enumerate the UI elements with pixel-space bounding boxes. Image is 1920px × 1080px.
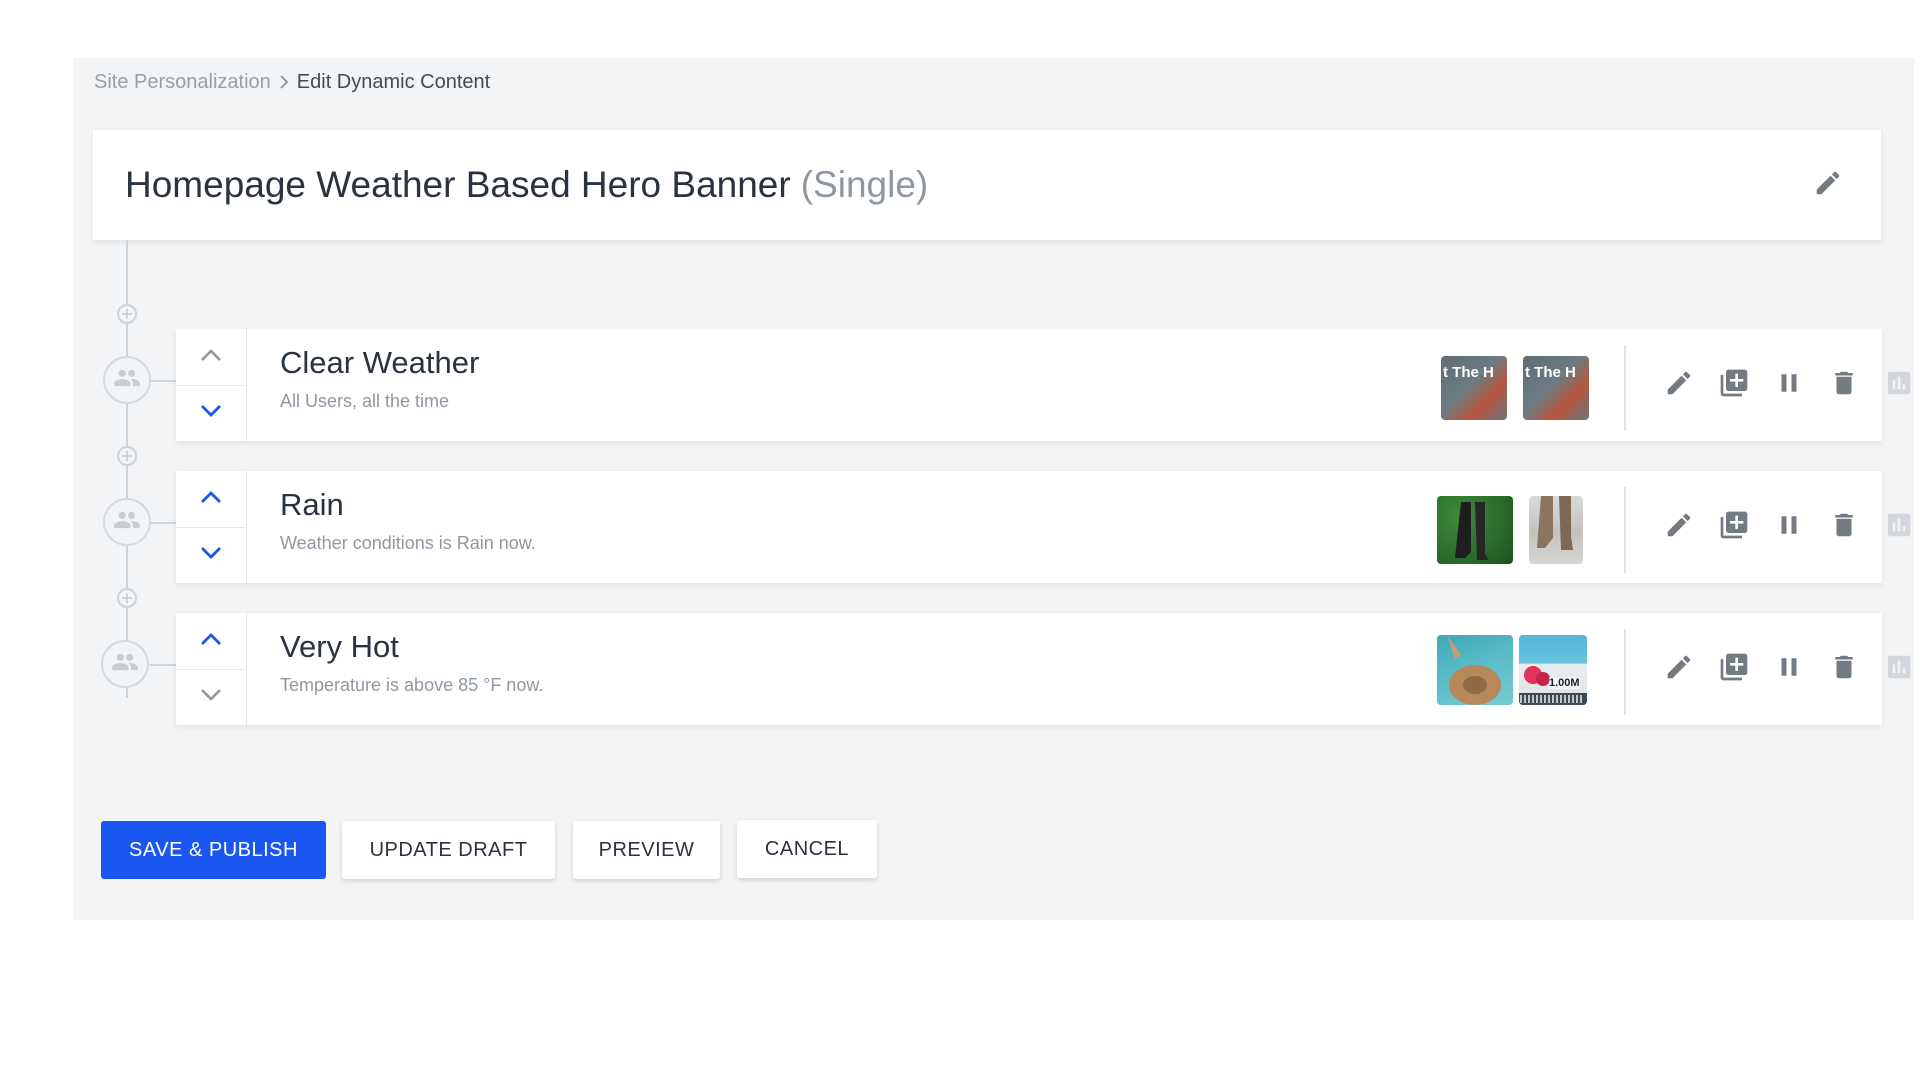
bar-chart-icon bbox=[1884, 510, 1914, 545]
bar-chart-icon bbox=[1884, 368, 1914, 403]
timeline-connector bbox=[150, 522, 176, 524]
rule-card-rain: Rain Weather conditions is Rain now. bbox=[176, 471, 1911, 583]
people-icon bbox=[111, 648, 139, 681]
pencil-icon bbox=[1664, 652, 1694, 687]
pencil-icon bbox=[1813, 168, 1843, 203]
preview-button[interactable]: PREVIEW bbox=[573, 821, 720, 879]
thumbnail-overlay-text: t The H bbox=[1443, 364, 1494, 381]
trash-icon bbox=[1829, 510, 1859, 545]
variation-thumbnail[interactable]: t The H bbox=[1523, 356, 1589, 420]
people-icon bbox=[113, 364, 141, 397]
trash-icon bbox=[1829, 652, 1859, 687]
chevron-up-icon bbox=[200, 348, 222, 367]
breadcrumb-current: Edit Dynamic Content bbox=[296, 70, 491, 93]
add-copy-icon bbox=[1718, 509, 1750, 546]
pause-rule-button[interactable] bbox=[1769, 507, 1809, 547]
rule-card-clear-weather: Clear Weather All Users, all the time t … bbox=[176, 329, 1911, 441]
add-variation-button[interactable] bbox=[1714, 365, 1754, 405]
card-divider bbox=[1624, 629, 1626, 715]
pause-icon bbox=[1774, 510, 1804, 545]
breadcrumb-parent-link[interactable]: Site Personalization bbox=[94, 71, 271, 94]
content-panel: Site Personalization Edit Dynamic Conten… bbox=[73, 58, 1914, 920]
timeline-connector bbox=[150, 380, 176, 382]
audience-node bbox=[103, 356, 151, 404]
audience-node bbox=[103, 498, 151, 546]
delete-rule-button[interactable] bbox=[1824, 649, 1864, 689]
add-rule-button[interactable] bbox=[117, 446, 137, 466]
chevron-down-icon bbox=[200, 546, 222, 565]
pencil-icon bbox=[1664, 510, 1694, 545]
rule-name[interactable]: Rain bbox=[280, 487, 344, 523]
pause-icon bbox=[1774, 368, 1804, 403]
thumbnail-overlay-text: 1.00M bbox=[1549, 677, 1580, 689]
chevron-down-icon bbox=[200, 404, 222, 423]
page-title-text: Homepage Weather Based Hero Banner bbox=[125, 164, 791, 205]
edit-rule-button[interactable] bbox=[1659, 649, 1699, 689]
chevron-right-icon bbox=[271, 72, 297, 92]
report-button[interactable] bbox=[1879, 507, 1919, 547]
rule-name[interactable]: Very Hot bbox=[280, 629, 399, 665]
move-down-button[interactable] bbox=[176, 669, 246, 725]
add-variation-button[interactable] bbox=[1714, 649, 1754, 689]
save-publish-button[interactable]: SAVE & PUBLISH bbox=[101, 821, 326, 879]
page-title-suffix: (Single) bbox=[800, 164, 929, 205]
breadcrumb: Site Personalization Edit Dynamic Conten… bbox=[94, 68, 490, 96]
rule-card-very-hot: Very Hot Temperature is above 85 °F now.… bbox=[176, 613, 1911, 725]
chevron-down-icon bbox=[200, 688, 222, 707]
variation-thumbnail[interactable] bbox=[1437, 635, 1513, 705]
trash-icon bbox=[1829, 368, 1859, 403]
rule-description: Temperature is above 85 °F now. bbox=[280, 675, 544, 695]
card-divider bbox=[1624, 487, 1626, 573]
report-button[interactable] bbox=[1879, 365, 1919, 405]
delete-rule-button[interactable] bbox=[1824, 507, 1864, 547]
delete-rule-button[interactable] bbox=[1824, 365, 1864, 405]
add-copy-icon bbox=[1718, 367, 1750, 404]
rule-description: All Users, all the time bbox=[280, 391, 450, 411]
order-controls bbox=[176, 329, 247, 441]
bar-chart-icon bbox=[1884, 652, 1914, 687]
move-up-button[interactable] bbox=[176, 613, 246, 670]
chevron-up-icon bbox=[200, 632, 222, 651]
update-draft-button[interactable]: UPDATE DRAFT bbox=[342, 821, 555, 879]
order-controls bbox=[176, 613, 247, 725]
variation-thumbnail[interactable]: 1.00M bbox=[1519, 635, 1587, 705]
order-controls bbox=[176, 471, 247, 583]
rule-description: Weather conditions is Rain now. bbox=[280, 533, 536, 553]
report-button[interactable] bbox=[1879, 649, 1919, 689]
people-icon bbox=[113, 506, 141, 539]
add-rule-button[interactable] bbox=[117, 588, 137, 608]
page-title: Homepage Weather Based Hero Banner (Sing… bbox=[125, 130, 928, 240]
card-divider bbox=[1624, 345, 1626, 431]
cancel-button[interactable]: CANCEL bbox=[737, 820, 877, 878]
rule-name[interactable]: Clear Weather bbox=[280, 345, 479, 381]
edit-rule-button[interactable] bbox=[1659, 507, 1699, 547]
timeline-connector bbox=[150, 664, 176, 666]
edit-rule-button[interactable] bbox=[1659, 365, 1699, 405]
edit-title-button[interactable] bbox=[1805, 162, 1851, 208]
move-up-button[interactable] bbox=[176, 329, 246, 386]
header-card: Homepage Weather Based Hero Banner (Sing… bbox=[93, 130, 1881, 240]
add-rule-button[interactable] bbox=[117, 304, 137, 324]
chevron-up-icon bbox=[200, 490, 222, 509]
thumbnail-overlay-text: t The H bbox=[1525, 364, 1576, 381]
add-variation-button[interactable] bbox=[1714, 507, 1754, 547]
variation-thumbnail[interactable] bbox=[1437, 496, 1513, 564]
pause-rule-button[interactable] bbox=[1769, 649, 1809, 689]
pencil-icon bbox=[1664, 368, 1694, 403]
pause-icon bbox=[1774, 652, 1804, 687]
pause-rule-button[interactable] bbox=[1769, 365, 1809, 405]
add-copy-icon bbox=[1718, 651, 1750, 688]
variation-thumbnail[interactable] bbox=[1529, 496, 1583, 564]
move-up-button[interactable] bbox=[176, 471, 246, 528]
variation-thumbnail[interactable]: t The H bbox=[1441, 356, 1507, 420]
audience-node bbox=[101, 640, 149, 688]
move-down-button[interactable] bbox=[176, 527, 246, 583]
move-down-button[interactable] bbox=[176, 385, 246, 441]
